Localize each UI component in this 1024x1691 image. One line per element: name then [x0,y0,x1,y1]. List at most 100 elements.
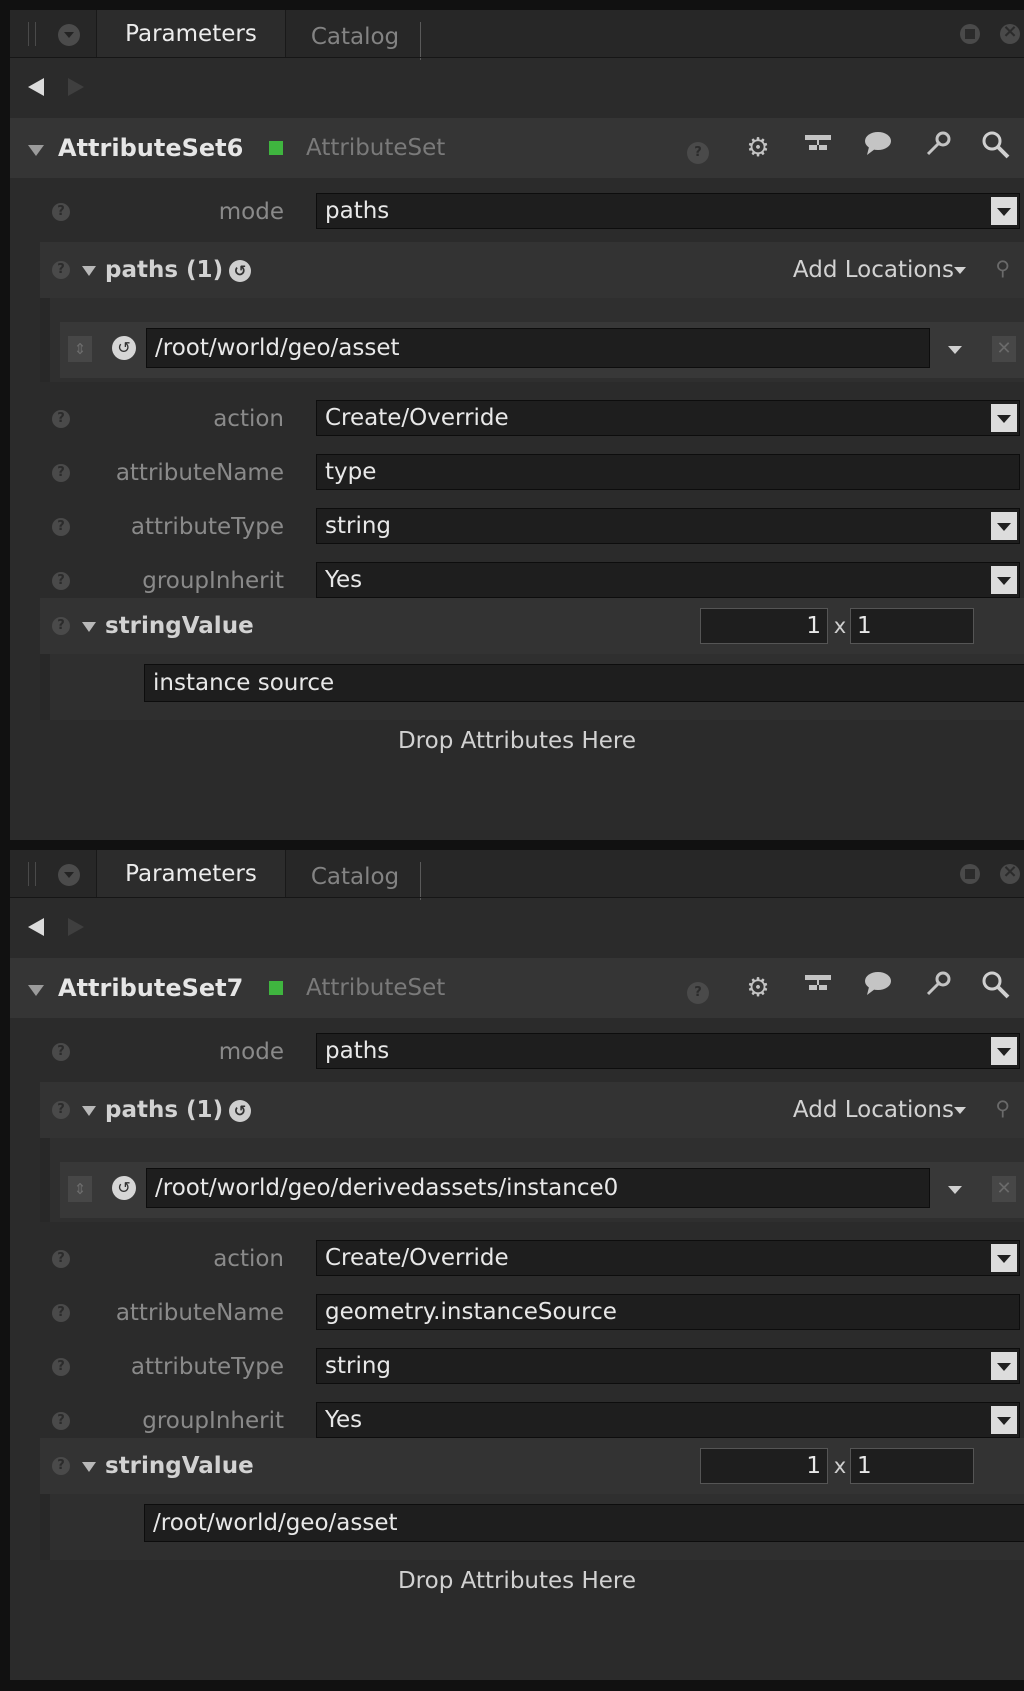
panel-menu-icon[interactable] [58,864,80,886]
gear-icon[interactable]: ⚙ [740,970,776,1006]
collapse-arrow-icon[interactable] [82,1462,96,1472]
panel-grip-handle[interactable] [28,22,36,46]
node-name[interactable]: AttributeSet6 [58,118,243,178]
add-locations-button[interactable]: Add Locations [793,1082,954,1138]
string-value-title: stringValue [105,1453,254,1479]
action-dropdown[interactable]: Create/Override [316,400,1020,436]
wrench-icon[interactable] [920,970,956,1006]
group-inherit-dropdown[interactable]: Yes [316,562,1020,598]
help-icon[interactable]: ? [52,261,70,279]
path-entry: ⇕ ↺ /root/world/geo/asset ✕ [60,322,1024,378]
attribute-type-row: ? attributeType string [10,500,1024,554]
string-value-input[interactable]: instance source [144,664,1024,702]
node-graph-icon[interactable] [800,130,836,166]
collapse-arrow-icon[interactable] [28,985,44,996]
node-status-indicator [269,981,283,995]
string-value-header: ? stringValue 1 x 1 [40,598,1024,654]
panel-grip-handle[interactable] [28,862,36,886]
chevron-down-icon[interactable] [954,1107,966,1114]
collapse-arrow-icon[interactable] [28,145,44,156]
delete-icon[interactable]: ✕ [992,336,1016,362]
cols-input[interactable]: 1 [850,1448,974,1484]
search-icon[interactable] [978,130,1014,166]
navigation-bar [10,898,1024,958]
paths-group: ? paths (1) ↺ Add Locations ⚲ ⇕ ↺ /root/w… [40,242,1024,382]
forward-arrow-icon[interactable] [68,78,84,96]
collapse-arrow-icon[interactable] [82,1106,96,1116]
chevron-down-icon[interactable] [991,1037,1017,1065]
back-arrow-icon[interactable] [28,78,44,96]
group-inherit-value: Yes [325,1407,363,1433]
panel-menu-icon[interactable] [58,24,80,46]
node-graph-icon[interactable] [800,970,836,1006]
paths-title-text: paths (1) [105,257,224,283]
tab-parameters[interactable]: Parameters [96,10,286,58]
float-panel-icon[interactable] [960,864,980,884]
rows-input[interactable]: 1 [700,608,828,644]
chevron-down-icon[interactable] [991,1406,1017,1434]
drag-handle-icon[interactable]: ⇕ [68,336,92,362]
help-icon[interactable]: ? [680,970,716,1006]
mode-dropdown[interactable]: paths [316,1033,1020,1069]
string-value-value: instance source [153,670,335,696]
rows-input[interactable]: 1 [700,1448,828,1484]
close-panel-icon[interactable] [1000,21,1020,44]
back-arrow-icon[interactable] [28,918,44,936]
tab-catalog[interactable]: Catalog [290,862,421,900]
float-panel-icon[interactable] [960,24,980,44]
chevron-down-icon[interactable] [991,1244,1017,1272]
tab-parameters[interactable]: Parameters [96,850,286,898]
search-icon[interactable]: ⚲ [995,1096,1010,1120]
drag-handle-icon[interactable]: ⇕ [68,1176,92,1202]
attribute-type-dropdown[interactable]: string [316,508,1020,544]
search-icon[interactable]: ⚲ [995,256,1010,280]
chevron-down-icon[interactable] [948,346,962,354]
reset-icon[interactable]: ↺ [229,1099,252,1122]
attribute-type-row: ? attributeType string [10,1340,1024,1394]
action-dropdown[interactable]: Create/Override [316,1240,1020,1276]
string-value-input[interactable]: /root/world/geo/asset [144,1504,1024,1542]
action-value: Create/Override [325,1245,509,1271]
attribute-name-input[interactable]: geometry.instanceSource [316,1294,1020,1330]
reset-icon[interactable]: ↺ [229,259,252,282]
collapse-arrow-icon[interactable] [82,622,96,632]
chevron-down-icon[interactable] [991,566,1017,594]
reset-icon[interactable]: ↺ [112,336,136,360]
cols-input[interactable]: 1 [850,608,974,644]
forward-arrow-icon[interactable] [68,918,84,936]
chevron-down-icon[interactable] [991,512,1017,540]
attribute-type-dropdown[interactable]: string [316,1348,1020,1384]
delete-icon[interactable]: ✕ [992,1176,1016,1202]
tab-catalog[interactable]: Catalog [290,22,421,60]
help-icon[interactable]: ? [680,130,716,166]
reset-icon[interactable]: ↺ [112,1176,136,1200]
mode-dropdown[interactable]: paths [316,193,1020,229]
speech-bubble-icon[interactable] [860,130,896,166]
parameters-panel: Parameters Catalog AttributeSet6 Attribu… [10,10,1024,840]
group-inherit-dropdown[interactable]: Yes [316,1402,1020,1438]
attribute-name-input[interactable]: type [316,454,1020,490]
chevron-down-icon[interactable] [991,197,1017,225]
collapse-arrow-icon[interactable] [82,266,96,276]
add-locations-button[interactable]: Add Locations [793,242,954,298]
node-name[interactable]: AttributeSet7 [58,958,243,1018]
help-icon[interactable]: ? [52,1457,70,1475]
chevron-down-icon[interactable] [948,1186,962,1194]
close-panel-icon[interactable] [1000,861,1020,884]
wrench-icon[interactable] [920,130,956,166]
drop-attributes-zone[interactable]: Drop Attributes Here [10,716,1024,766]
size-separator: x [833,614,847,638]
attribute-type-label: attributeType [130,1354,284,1380]
chevron-down-icon[interactable] [991,1352,1017,1380]
drop-attributes-zone[interactable]: Drop Attributes Here [10,1556,1024,1606]
help-icon[interactable]: ? [52,1101,70,1119]
path-input[interactable]: /root/world/geo/asset [146,328,930,368]
help-icon[interactable]: ? [52,617,70,635]
chevron-down-icon[interactable] [991,404,1017,432]
gear-icon[interactable]: ⚙ [740,130,776,166]
path-input[interactable]: /root/world/geo/derivedassets/instance0 [146,1168,930,1208]
action-value: Create/Override [325,405,509,431]
speech-bubble-icon[interactable] [860,970,896,1006]
chevron-down-icon[interactable] [954,267,966,274]
search-icon[interactable] [978,970,1014,1006]
